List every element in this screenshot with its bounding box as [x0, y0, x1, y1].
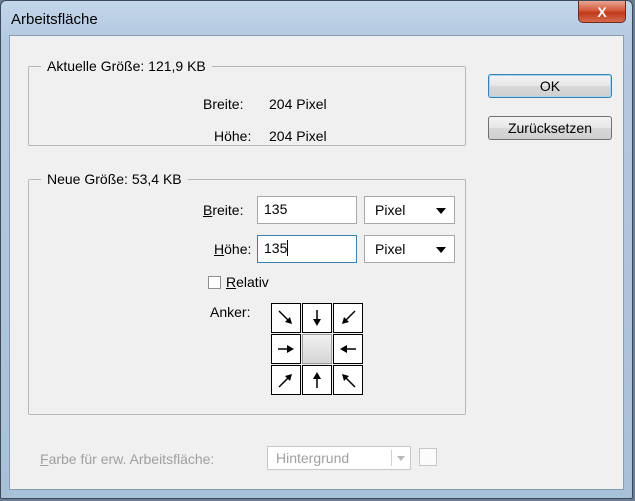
- current-height-label: Höhe:: [214, 128, 252, 144]
- arrow-right-icon: [278, 345, 294, 353]
- extension-color-label: Farbe für erw. Arbeitsfläche:: [40, 451, 215, 467]
- anchor-center[interactable]: [302, 334, 332, 364]
- new-height-unit-select[interactable]: Pixel: [364, 235, 455, 263]
- anchor-top-right[interactable]: [333, 303, 363, 333]
- new-height-label: Höhe:: [214, 241, 252, 257]
- anchor-left[interactable]: [271, 334, 301, 364]
- new-size-legend: Neue Größe: 53,4 KB: [41, 171, 188, 187]
- arrow-up-right-icon: [278, 374, 292, 388]
- extension-color-swatch[interactable]: [419, 448, 437, 466]
- new-width-input[interactable]: 135: [257, 196, 357, 224]
- current-height-value: 204 Pixel: [269, 128, 327, 144]
- text-caret: [287, 240, 289, 256]
- close-icon: X: [597, 3, 607, 20]
- arrow-up-icon: [313, 372, 321, 388]
- chevron-down-icon: [397, 456, 405, 461]
- new-width-unit-select[interactable]: Pixel: [364, 196, 455, 224]
- new-width-label: Breite:: [203, 202, 244, 218]
- anchor-bottom-left[interactable]: [271, 365, 301, 395]
- arrow-down-icon: [313, 310, 321, 326]
- anchor-top[interactable]: [302, 303, 332, 333]
- anchor-bottom-right[interactable]: [333, 365, 363, 395]
- ok-button[interactable]: OK: [488, 74, 612, 98]
- arrow-up-left-icon: [342, 374, 356, 388]
- current-size-legend: Aktuelle Größe: 121,9 KB: [41, 58, 212, 74]
- dialog-window: Arbeitsfläche X Aktuelle Größe: 121,9 KB…: [0, 0, 633, 499]
- chevron-down-icon: [436, 208, 446, 214]
- dialog-title: Arbeitsfläche: [11, 11, 98, 28]
- relative-label[interactable]: Relativ: [226, 274, 269, 290]
- arrow-down-right-icon: [278, 310, 292, 324]
- close-button[interactable]: X: [578, 1, 626, 23]
- reset-button[interactable]: Zurücksetzen: [488, 116, 612, 140]
- arrow-left-icon: [340, 345, 356, 353]
- chevron-down-icon: [436, 247, 446, 253]
- dialog-client-area: Aktuelle Größe: 121,9 KB Breite: 204 Pix…: [9, 35, 624, 490]
- anchor-top-left[interactable]: [271, 303, 301, 333]
- anchor-bottom[interactable]: [302, 365, 332, 395]
- arrow-down-left-icon: [342, 310, 356, 324]
- current-width-value: 204 Pixel: [269, 96, 327, 112]
- extension-color-select[interactable]: Hintergrund: [267, 446, 411, 470]
- current-width-label: Breite:: [203, 96, 244, 112]
- anchor-label: Anker:: [210, 304, 251, 320]
- anchor-grid: [271, 303, 364, 396]
- title-bar[interactable]: Arbeitsfläche X: [1, 1, 632, 35]
- anchor-right[interactable]: [333, 334, 363, 364]
- new-height-input[interactable]: 135: [257, 235, 357, 263]
- relative-checkbox[interactable]: [208, 276, 221, 289]
